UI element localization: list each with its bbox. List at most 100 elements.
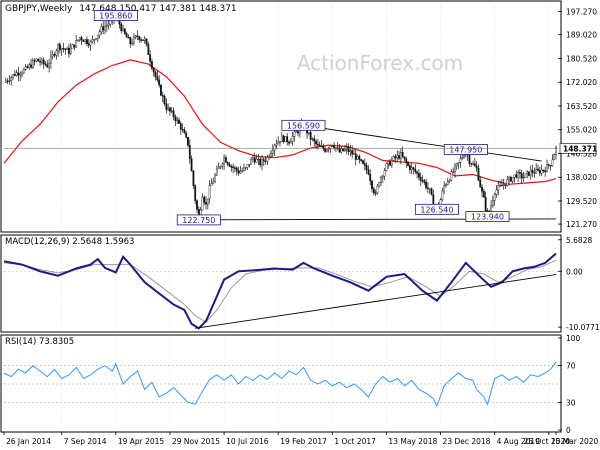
candle-body	[461, 157, 464, 159]
candle-body	[147, 43, 150, 55]
candle-body	[151, 61, 153, 69]
candle-body	[396, 155, 399, 159]
candle-body	[425, 181, 428, 188]
candle-body	[75, 39, 78, 48]
candle-body	[107, 23, 110, 26]
candle-body	[459, 158, 462, 163]
price-tick-label: 129.520	[566, 197, 597, 206]
candle-body	[163, 96, 166, 105]
candle-body	[12, 74, 14, 78]
candle-body	[125, 33, 128, 38]
candle-body	[129, 37, 132, 45]
candle-body	[215, 168, 218, 176]
candle-body	[181, 128, 184, 131]
candle-body	[169, 107, 171, 112]
candle-body	[481, 186, 483, 192]
candle-body	[280, 135, 283, 143]
candle-body	[219, 166, 222, 168]
candle-body	[549, 165, 552, 167]
candle-body	[387, 161, 390, 165]
candle-body	[313, 138, 316, 142]
candle-body	[69, 48, 72, 54]
title-timeframe: Weekly	[40, 4, 73, 14]
rsi-tick-label: 30	[566, 398, 576, 407]
candle-body	[252, 157, 254, 160]
candle-body	[538, 170, 541, 174]
candle-body	[544, 170, 547, 173]
price-tick-label: 172.020	[566, 78, 597, 87]
candle-body	[349, 150, 352, 152]
candle-body	[156, 76, 159, 81]
candle-body	[553, 154, 556, 161]
annotation-label: 123.940	[471, 213, 504, 222]
candle-body	[378, 182, 381, 187]
candle-body	[529, 169, 532, 176]
candle-body	[515, 174, 518, 178]
candle-body	[508, 177, 510, 181]
candle-body	[134, 35, 137, 38]
candle-body	[51, 53, 54, 57]
candle-body	[50, 55, 52, 64]
macd-tick-label: 5.6828	[566, 236, 592, 245]
candle-body	[228, 163, 231, 167]
candle-body	[13, 74, 16, 76]
candle-body	[145, 38, 148, 45]
candle-body	[55, 50, 58, 56]
candle-body	[48, 63, 50, 68]
candle-body	[546, 164, 548, 173]
candle-body	[217, 166, 220, 170]
candle-body	[327, 148, 330, 150]
x-tick-label: 7 Sep 2014	[64, 437, 107, 446]
candle-body	[167, 107, 170, 110]
candle-body	[262, 159, 265, 162]
candle-body	[44, 63, 47, 66]
candle-body	[547, 164, 550, 166]
candle-body	[477, 167, 480, 181]
current-price-label: 148.371	[563, 144, 597, 153]
candle-body	[311, 138, 314, 140]
candle-body	[482, 191, 485, 198]
candle-body	[381, 175, 384, 178]
candle-body	[214, 174, 216, 182]
candle-body	[427, 187, 429, 189]
candle-body	[344, 148, 346, 152]
candle-body	[188, 145, 191, 159]
candle-body	[208, 185, 211, 200]
candle-body	[502, 184, 505, 186]
price-tick-label: 163.520	[566, 102, 597, 111]
candle-body	[234, 167, 236, 169]
candle-body	[399, 152, 402, 159]
price-panel	[0, 0, 562, 233]
candle-body	[454, 165, 456, 173]
macd-tick-label: -10.0771	[566, 323, 600, 332]
candle-body	[161, 95, 164, 97]
candle-body	[338, 147, 341, 153]
candle-body	[152, 68, 155, 73]
candle-body	[96, 34, 99, 39]
macd-panel	[0, 234, 562, 333]
candle-body	[360, 159, 363, 161]
candle-body	[192, 170, 195, 187]
candle-body	[510, 177, 512, 182]
candle-body	[232, 166, 234, 168]
candle-body	[531, 169, 534, 173]
candle-body	[84, 39, 87, 42]
candle-body	[53, 53, 56, 56]
candle-body	[279, 141, 281, 143]
candle-body	[270, 153, 272, 157]
candle-body	[472, 163, 474, 165]
price-tick-label: 121.270	[566, 220, 597, 229]
candle-body	[499, 184, 501, 187]
price-trendline	[303, 124, 542, 162]
candle-body	[78, 37, 81, 41]
candle-body	[259, 158, 262, 166]
macd-main-line	[3, 252, 557, 330]
candle-body	[537, 168, 539, 171]
candle-body	[143, 38, 146, 41]
x-tick-label: 23 Dec 2018	[443, 437, 491, 446]
candle-body	[201, 196, 204, 211]
candle-body	[331, 145, 334, 147]
price-tick-label: 197.270	[566, 8, 597, 17]
candle-body	[102, 26, 105, 31]
candle-body	[73, 44, 76, 48]
